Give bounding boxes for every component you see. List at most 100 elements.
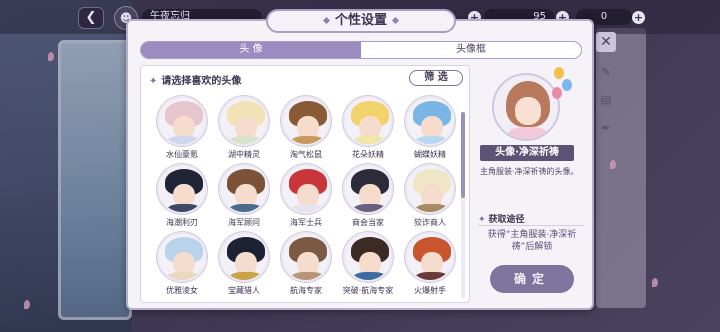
- avatar-portrait[interactable]: [157, 164, 207, 214]
- avatar-portrait[interactable]: [343, 232, 393, 282]
- avatar-portrait[interactable]: [219, 164, 269, 214]
- avatar-body: [229, 272, 263, 280]
- avatar-body: [291, 272, 325, 280]
- avatar-body: [353, 272, 387, 280]
- item-title: 头像·净深祈祷: [480, 145, 574, 161]
- avatar-body: [167, 204, 201, 212]
- avatar-body: [415, 136, 449, 144]
- avatar-option[interactable]: 海军顾问: [215, 164, 273, 228]
- avatar-portrait[interactable]: [343, 164, 393, 214]
- avatar-option[interactable]: 水仙豪氪: [153, 96, 211, 160]
- background-card: [58, 40, 132, 320]
- avatar-option[interactable]: 海潮利刃: [153, 164, 211, 228]
- avatar-name: 宝藏猎人: [228, 286, 260, 295]
- filter-button[interactable]: 筛 选: [409, 70, 463, 86]
- avatar-portrait[interactable]: [343, 96, 393, 146]
- avatar-option[interactable]: 商会当家: [339, 164, 397, 228]
- avatar-portrait[interactable]: [281, 164, 331, 214]
- avatar-selection-panel: ✦ 请选择喜欢的头像 筛 选 水仙豪氪 湖中精灵 淘气松鼠 花朵妖精 蝴蝶妖精海潮利刃 海军…: [140, 65, 470, 303]
- avatar-option[interactable]: 宝藏猎人: [215, 232, 273, 296]
- avatar-name: 海军士兵: [290, 218, 322, 227]
- avatar-body: [291, 204, 325, 212]
- sparkle-icon: ✦: [149, 76, 158, 87]
- chevron-left-icon: ❮: [85, 10, 97, 25]
- avatar-body: [353, 204, 387, 212]
- avatar-grid: 水仙豪氪 湖中精灵 淘气松鼠 花朵妖精 蝴蝶妖精海潮利刃 海军顾问 海军士兵 商会当家 狡诈商人…: [153, 96, 463, 296]
- close-icon[interactable]: ✕: [596, 32, 616, 52]
- source-heading-text: 获取途径: [488, 215, 525, 225]
- petal-decoration: [48, 52, 54, 61]
- avatar-portrait[interactable]: [281, 96, 331, 146]
- avatar-option[interactable]: 火爆射手: [401, 232, 459, 296]
- avatar-option[interactable]: 湖中精灵: [215, 96, 273, 160]
- avatar-option[interactable]: 优雅淩女: [153, 232, 211, 296]
- avatar-option[interactable]: 海军士兵: [277, 164, 335, 228]
- scrollbar[interactable]: [461, 112, 465, 298]
- preview-body: [508, 127, 548, 139]
- selected-avatar-preview: [492, 73, 560, 141]
- dialog-title-text: 个性设置: [334, 13, 387, 28]
- avatar-portrait[interactable]: [281, 232, 331, 282]
- avatar-body: [415, 272, 449, 280]
- tab-avatar-frame[interactable]: 头像框: [361, 42, 581, 58]
- petal-decoration: [24, 300, 30, 309]
- avatar-body: [167, 272, 201, 280]
- balloon-decoration: [554, 67, 564, 79]
- avatar-name: 海军顾问: [228, 218, 260, 227]
- avatar-portrait[interactable]: [405, 164, 455, 214]
- avatar-body: [353, 136, 387, 144]
- balloon-decoration: [562, 79, 572, 91]
- dialog-title: 个性设置: [266, 9, 456, 33]
- avatar-name: 湖中精灵: [228, 150, 260, 159]
- tab-avatar[interactable]: 头 像: [141, 42, 361, 58]
- avatar-portrait[interactable]: [219, 96, 269, 146]
- avatar-name: 海潮利刃: [166, 218, 198, 227]
- personal-settings-dialog: 个性设置 头 像 头像框 ✦ 请选择喜欢的头像 筛 选 水仙豪氪 湖中精灵 淘气松鼠花…: [126, 9, 594, 310]
- avatar-name: 突破·航海专家: [342, 286, 394, 295]
- avatar-name: 火爆射手: [414, 286, 446, 295]
- avatar-name: 航海专家: [290, 286, 322, 295]
- item-description: 主角服装·净深祈祷的头像。: [480, 167, 579, 176]
- avatar-body: [229, 204, 263, 212]
- source-text: 获得“主角服装·净深祈祷”后解锁: [487, 230, 577, 252]
- source-heading: ✦ 获取途径: [478, 212, 584, 226]
- document-icon[interactable]: ▤: [596, 90, 616, 110]
- avatar-body: [167, 136, 201, 144]
- avatar-name: 水仙豪氪: [166, 150, 198, 159]
- avatar-portrait[interactable]: [219, 232, 269, 282]
- avatar-portrait[interactable]: [157, 96, 207, 146]
- petal-decoration: [610, 160, 616, 169]
- back-button[interactable]: ❮: [78, 7, 104, 29]
- avatar-option[interactable]: 突破·航海专家: [339, 232, 397, 296]
- balloon-decoration: [552, 87, 562, 99]
- confirm-button[interactable]: 确定: [490, 265, 574, 293]
- panel-heading-text: 请选择喜欢的头像: [161, 76, 242, 87]
- avatar-name: 商会当家: [352, 218, 384, 227]
- scrollbar-thumb[interactable]: [461, 112, 465, 198]
- avatar-portrait[interactable]: [157, 232, 207, 282]
- diamond-icon: [322, 16, 331, 25]
- avatar-name: 蝴蝶妖精: [414, 150, 446, 159]
- avatar-option[interactable]: 淘气松鼠: [277, 96, 335, 160]
- avatar-option[interactable]: 花朵妖精: [339, 96, 397, 160]
- sparkle-icon: ✦: [478, 215, 486, 225]
- panel-heading: ✦ 请选择喜欢的头像: [149, 72, 241, 87]
- pen-icon[interactable]: ✒: [596, 118, 616, 138]
- avatar-body: [291, 136, 325, 144]
- tab-bar: 头 像 头像框: [140, 41, 582, 59]
- petal-decoration: [652, 278, 658, 287]
- preview-face: [515, 97, 541, 125]
- add-currency-2-icon[interactable]: +: [632, 11, 645, 24]
- avatar-name: 狡诈商人: [414, 218, 446, 227]
- edit-icon[interactable]: ✎: [596, 62, 616, 82]
- avatar-portrait[interactable]: [405, 232, 455, 282]
- avatar-name: 花朵妖精: [352, 150, 384, 159]
- diamond-icon: [391, 16, 400, 25]
- avatar-portrait[interactable]: [405, 96, 455, 146]
- avatar-option[interactable]: 蝴蝶妖精: [401, 96, 459, 160]
- avatar-name: 淘气松鼠: [290, 150, 322, 159]
- avatar-body: [229, 136, 263, 144]
- avatar-option[interactable]: 狡诈商人: [401, 164, 459, 228]
- avatar-option[interactable]: 航海专家: [277, 232, 335, 296]
- avatar-name: 优雅淩女: [166, 286, 198, 295]
